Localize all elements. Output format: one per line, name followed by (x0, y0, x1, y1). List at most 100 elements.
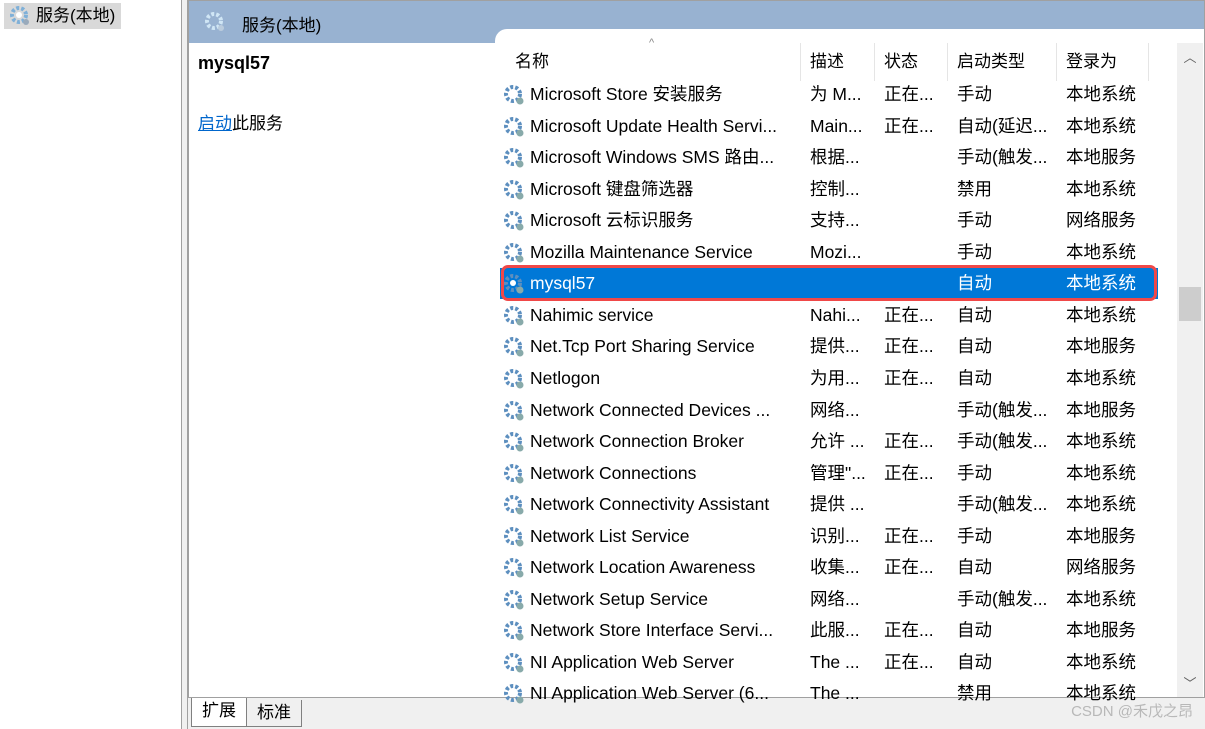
logon-as-cell: 网络服务 (1066, 557, 1136, 578)
service-row[interactable]: Mozilla Maintenance Service Mozi... 手动 本地系统 (500, 237, 1158, 268)
gear-icon (504, 400, 524, 420)
service-row[interactable]: Microsoft Store 安装服务 为 M... 正在... 手动 本地系统 (500, 79, 1158, 110)
startup-type-cell: 自动 (957, 557, 992, 578)
description-cell: 收集... (810, 557, 860, 578)
scrollbar-thumb[interactable] (1179, 287, 1201, 321)
column-header-logon-as[interactable]: 登录为 (1057, 43, 1149, 81)
logon-as-cell: 本地系统 (1066, 84, 1136, 104)
logon-as-cell: 本地系统 (1066, 304, 1136, 325)
description-cell: 允许 ... (810, 431, 865, 452)
service-row[interactable]: Netlogon 为用... 正在... 自动 本地系统 (500, 363, 1158, 394)
column-header-description[interactable]: 描述 (801, 43, 875, 81)
service-name-cell: Network Setup Service (530, 588, 708, 609)
logon-as-cell: 本地服务 (1066, 525, 1136, 546)
description-cell: 网络... (810, 399, 860, 420)
service-name-cell: Network Store Interface Servi... (530, 620, 774, 641)
logon-as-cell: 本地服务 (1066, 620, 1136, 641)
logon-as-cell: 本地服务 (1066, 147, 1136, 168)
tab-standard[interactable]: 标准 (246, 700, 302, 727)
service-name-cell: Network Location Awareness (530, 557, 756, 578)
column-header-startup-type[interactable]: 启动类型 (948, 43, 1057, 81)
service-name-cell: Network Connectivity Assistant (530, 494, 770, 515)
gear-icon (504, 463, 524, 484)
logon-as-cell: 网络服务 (1066, 210, 1136, 231)
service-row[interactable]: Nahimic service Nahi... 正在... 自动 本地系统 (500, 300, 1158, 331)
service-name-cell: Microsoft 云标识服务 (530, 210, 694, 231)
gear-icon (504, 589, 524, 610)
service-row[interactable]: Microsoft Update Health Servi... Main... 正… (500, 111, 1158, 142)
logon-as-cell: 本地服务 (1066, 336, 1136, 357)
logon-as-cell: 本地系统 (1066, 651, 1136, 672)
logon-as-cell: 本地系统 (1066, 241, 1136, 262)
description-cell: 提供 ... (810, 494, 865, 515)
service-row[interactable]: Network Connection Broker 允许 ... 正在... 手动(触… (500, 426, 1158, 457)
service-row[interactable]: Network Connected Devices ... 网络... 手动(触发.… (500, 395, 1158, 426)
service-row[interactable]: Network Connections 管理"... 正在... 手动 本地系统 (500, 458, 1158, 489)
service-row[interactable]: Network Store Interface Servi... 此服... 正在.… (500, 615, 1158, 646)
status-cell: 正在... (884, 525, 934, 546)
service-row[interactable]: Network Setup Service 网络... 手动(触发... 本地系统 (500, 584, 1158, 615)
column-header-name[interactable]: 名称 (506, 43, 801, 81)
gear-icon (504, 242, 524, 263)
gear-icon (504, 179, 524, 200)
status-cell: 正在... (884, 557, 934, 578)
service-name-cell: Nahimic service (530, 304, 654, 325)
description-cell: Mozi... (810, 241, 862, 262)
description-cell: 网络... (810, 588, 860, 609)
startup-type-cell: 手动 (957, 241, 992, 262)
gear-icon (504, 85, 524, 105)
logon-as-cell: 本地系统 (1066, 431, 1136, 452)
status-cell: 正在... (884, 367, 934, 388)
startup-type-cell: 自动 (957, 651, 992, 672)
service-row[interactable]: Network List Service 识别... 正在... 手动 本地服务 (500, 521, 1158, 552)
service-name-cell: NI Application Web Server (530, 651, 734, 672)
logon-as-cell: 本地系统 (1066, 115, 1136, 136)
description-cell: 为用... (810, 367, 860, 388)
scroll-up-icon[interactable]: ︿ (1177, 47, 1203, 66)
tree-item-services-local[interactable]: 服务(本地) (4, 3, 122, 29)
tab-extended[interactable]: 扩展 (191, 698, 247, 727)
service-name-cell: Network Connected Devices ... (530, 399, 771, 420)
startup-type-cell: 手动 (957, 210, 992, 231)
gear-icon (10, 6, 29, 25)
logon-as-cell: 本地系统 (1066, 588, 1136, 609)
tree-item-label: 服务(本地) (36, 6, 116, 25)
gear-icon (504, 368, 524, 389)
service-row[interactable]: Microsoft 键盘筛选器 控制... 禁用 本地系统 (500, 174, 1158, 205)
gear-icon (504, 305, 524, 326)
status-cell: 正在... (884, 462, 934, 483)
gear-icon (504, 526, 524, 547)
description-cell: 识别... (810, 525, 860, 546)
service-row[interactable]: Microsoft Windows SMS 路由... 根据... 手动(触发...… (500, 142, 1158, 173)
gear-icon (504, 337, 524, 357)
service-row[interactable]: Network Connectivity Assistant 提供 ... 手动(触… (500, 489, 1158, 520)
action-suffix: 此服务 (232, 114, 283, 133)
tree-pane: 服务(本地) (0, 0, 182, 729)
vertical-scrollbar[interactable]: ︿ ﹀ (1177, 43, 1203, 697)
logon-as-cell: 本地系统 (1066, 494, 1136, 515)
service-row[interactable]: Network Location Awareness 收集... 正在... 自动 网络… (500, 552, 1158, 583)
column-header-status[interactable]: 状态 (875, 43, 948, 81)
gear-icon (504, 558, 524, 578)
service-row[interactable]: Microsoft 云标识服务 支持... 手动 网络服务 (500, 205, 1158, 236)
scroll-down-icon[interactable]: ﹀ (1177, 673, 1203, 692)
gear-icon (504, 211, 524, 231)
startup-type-cell: 手动(触发... (957, 147, 1048, 168)
startup-type-cell: 手动(触发... (957, 588, 1048, 609)
gear-icon (504, 652, 524, 673)
services-pane: 服务(本地) mysql57 启动此服务 ^ 名称 描述 状态 启动类型 登录为… (188, 0, 1205, 704)
startup-type-cell: 手动(触发... (957, 431, 1048, 452)
description-cell: The ... (810, 651, 860, 672)
startup-type-cell: 自动 (957, 336, 992, 357)
pane-title: 服务(本地) (242, 16, 322, 35)
watermark: CSDN @禾戊之昂 (1071, 703, 1193, 720)
status-cell: 正在... (884, 304, 934, 325)
highlight-box (501, 265, 1157, 301)
startup-type-cell: 手动(触发... (957, 494, 1048, 515)
startup-type-cell: 手动 (957, 84, 992, 104)
start-service-link[interactable]: 启动 (198, 114, 232, 133)
startup-type-cell: 禁用 (957, 178, 992, 199)
service-row[interactable]: NI Application Web Server The ... 正在... 自动 本… (500, 647, 1158, 678)
status-cell: 正在... (884, 84, 934, 104)
service-row[interactable]: Net.Tcp Port Sharing Service 提供... 正在... 自动… (500, 331, 1158, 362)
